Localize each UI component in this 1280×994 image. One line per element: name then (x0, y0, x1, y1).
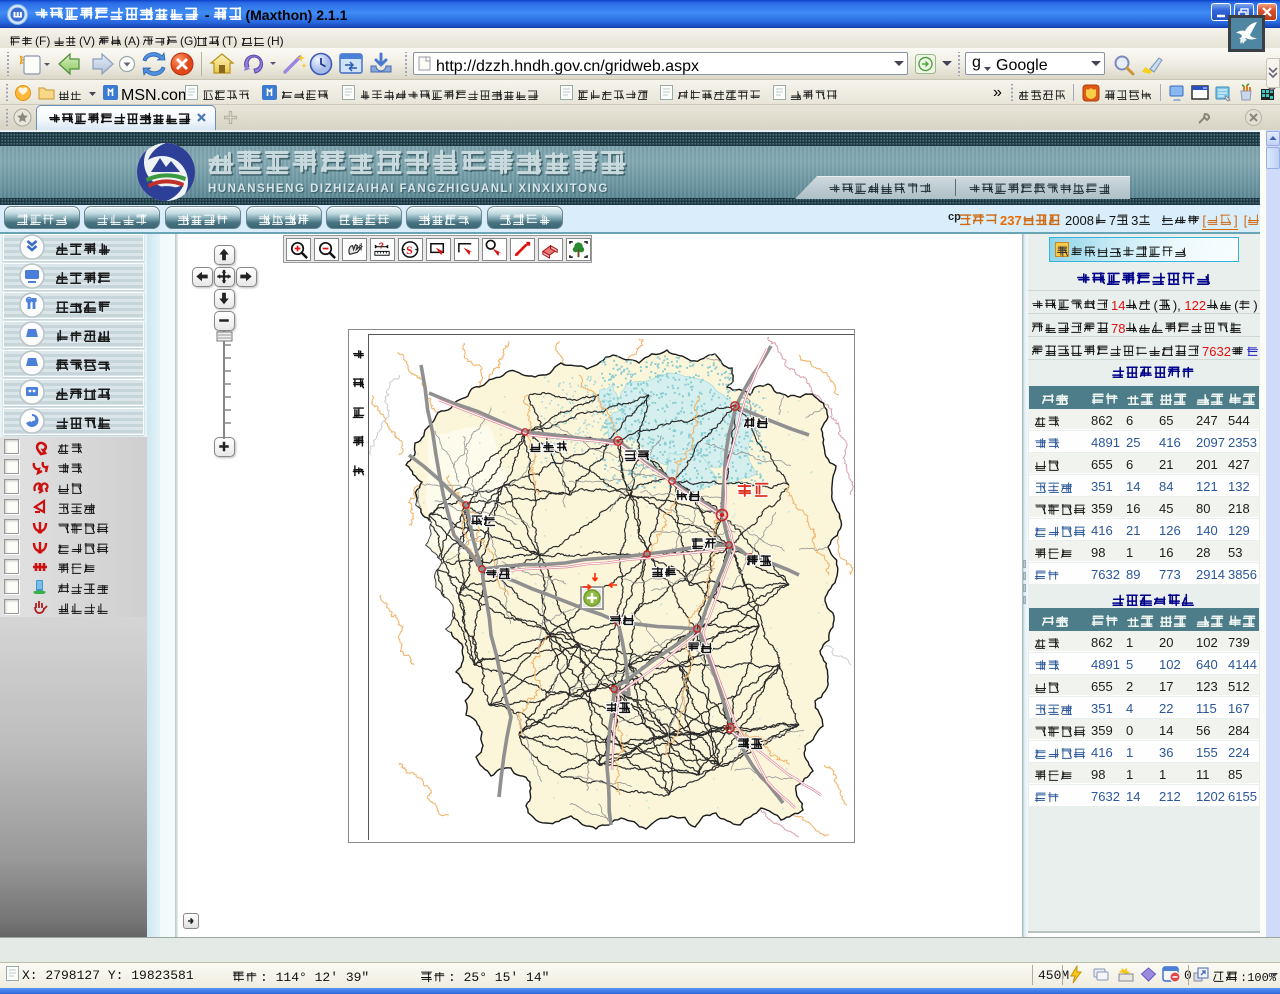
svg-text:?: ? (379, 241, 384, 251)
svg-text:S: S (406, 245, 412, 257)
